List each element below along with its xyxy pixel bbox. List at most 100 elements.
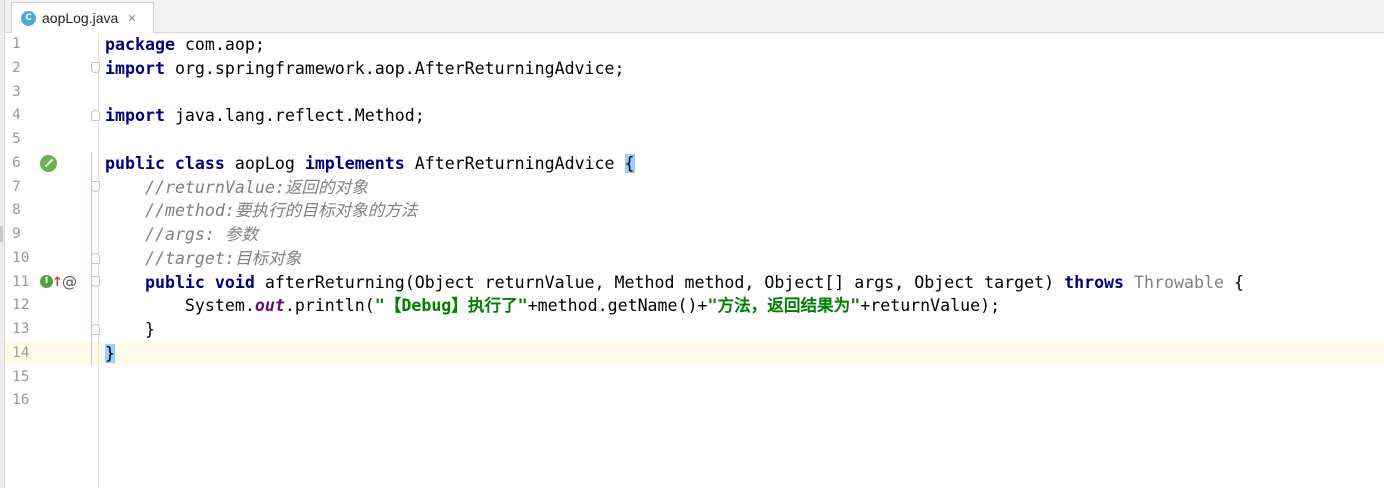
code-line[interactable] (99, 81, 1384, 104)
code-line[interactable]: //target:目标对象 (99, 247, 1384, 270)
java-class-icon: C (21, 10, 36, 26)
gutter-line[interactable]: 2 (5, 57, 100, 80)
code-token: } (105, 343, 115, 363)
line-number: 1 (12, 36, 21, 52)
code-token: Throwable (1134, 272, 1224, 292)
edge-handle[interactable] (0, 226, 3, 242)
code-token: //args: 参数 (144, 225, 259, 244)
code-line[interactable]: import java.lang.reflect.Method; (99, 104, 1384, 127)
code-token: afterReturning(Object returnValue, Metho… (254, 272, 1065, 292)
code-token: out (254, 296, 285, 316)
code-editor[interactable]: 1 2 3 4 5 6 7 8 9 10 11 I ↑ @12 13 14 15 16 package com.a… (5, 33, 1384, 488)
code-line[interactable] (99, 389, 1384, 412)
code-token: +method.getName()+ (527, 296, 708, 316)
gutter-line[interactable]: 3 (5, 81, 98, 104)
code-token: import (105, 58, 165, 78)
code-token: com.aop; (174, 35, 265, 54)
code-token: "方法，返回结果为" (707, 296, 861, 316)
gutter-line[interactable]: 16 (5, 389, 98, 412)
code-token: import (105, 106, 165, 126)
code-line-text: } (105, 318, 155, 341)
code-line-text: //method:要执行的目标对象的方法 (105, 199, 417, 222)
code-line-text: } (105, 342, 115, 365)
code-line-text: package com.aop; (105, 33, 265, 56)
line-number: 15 (12, 368, 30, 385)
code-line[interactable]: System.out.println("【Debug】执行了"+method.g… (99, 294, 1384, 317)
code-token: "【Debug】执行了" (374, 296, 528, 316)
line-number: 10 (12, 249, 30, 266)
gutter-line[interactable]: 9 (5, 223, 98, 246)
line-number: 6 (12, 154, 21, 171)
gutter-line[interactable]: 15 (5, 366, 98, 389)
line-number: 7 (12, 178, 21, 195)
code-token: //target:目标对象 (144, 248, 302, 268)
code-token: } (105, 320, 155, 339)
code-line[interactable]: import org.springframework.aop.AfterRetu… (99, 57, 1384, 80)
code-token: AfterReturningAdvice (404, 153, 625, 173)
code-line[interactable] (99, 128, 1384, 151)
code-line-text: import java.lang.reflect.Method; (105, 104, 425, 127)
code-line-text: //returnValue:返回的对象 (105, 176, 368, 199)
code-line[interactable]: public void afterReturning(Object return… (99, 271, 1384, 294)
code-line-text: //args: 参数 (105, 223, 258, 246)
line-number: 4 (12, 107, 21, 124)
code-token: aopLog (224, 153, 305, 173)
close-tab-icon[interactable]: ✕ (127, 12, 136, 25)
gutter-line[interactable]: 11 I ↑ @ (5, 271, 100, 294)
editor-tab-bar: C aopLog.java ✕ (5, 0, 1384, 33)
gutter-line[interactable]: 13 (5, 318, 100, 341)
code-line[interactable]: //returnValue:返回的对象 (99, 176, 1384, 199)
code-token: +returnValue); (860, 296, 1001, 316)
code-token: java.lang.reflect.Method; (164, 106, 425, 126)
code-line[interactable]: package com.aop; (99, 33, 1384, 56)
line-number: 9 (12, 226, 21, 242)
code-line[interactable]: public class aopLog implements AfterRetu… (99, 152, 1384, 175)
code-line[interactable]: //method:要执行的目标对象的方法 (99, 199, 1384, 222)
code-area[interactable]: package com.aop; import org.springframewo… (91, 33, 1384, 488)
code-line[interactable]: } (99, 341, 1384, 365)
line-number: 5 (12, 131, 21, 147)
gutter-line[interactable]: 12 (5, 294, 98, 317)
gutter-line[interactable]: 7 (5, 176, 100, 199)
code-token: { (1223, 272, 1244, 292)
line-number: 3 (12, 83, 21, 100)
gutter-line[interactable]: 5 (5, 128, 98, 151)
line-number: 13 (12, 321, 30, 337)
spring-bean-icon[interactable] (40, 154, 57, 172)
gutter-line[interactable]: 14 (5, 341, 98, 365)
line-number: 16 (12, 392, 30, 409)
code-line-text: public class aopLog implements AfterRetu… (105, 152, 635, 175)
annotation-icon[interactable]: @ (62, 271, 77, 294)
line-number: 12 (12, 297, 30, 314)
line-number: 2 (12, 59, 21, 76)
gutter-line[interactable]: 8 (5, 199, 98, 222)
code-line-text: //target:目标对象 (105, 247, 301, 270)
gutter-line[interactable]: 4 (5, 104, 100, 127)
line-number: 11 (12, 273, 30, 290)
code-line[interactable]: } (99, 318, 1384, 341)
tab-file-name: aopLog.java (42, 10, 119, 26)
code-line[interactable] (99, 366, 1384, 389)
code-token: public class (105, 153, 225, 173)
code-token: implements (304, 153, 405, 173)
tab-aoplog-java[interactable]: C aopLog.java ✕ (11, 2, 154, 33)
code-token: public void (144, 272, 255, 292)
gutter-line[interactable]: 1 (5, 33, 98, 56)
code-token: package (105, 35, 175, 54)
code-line-text: import org.springframework.aop.AfterRetu… (105, 57, 625, 80)
gutter-line[interactable]: 10 (5, 247, 100, 270)
code-line[interactable]: //args: 参数 (99, 223, 1384, 246)
line-number: 8 (12, 202, 21, 219)
line-number: 14 (12, 344, 30, 361)
code-line-text: public void afterReturning(Object return… (105, 271, 1244, 294)
gutter-line[interactable]: 6 (5, 152, 98, 175)
code-token: //returnValue:返回的对象 (144, 177, 368, 197)
editor-gutter[interactable]: 1 2 3 4 5 6 7 8 9 10 11 I ↑ @12 13 14 15 16 (5, 33, 100, 488)
code-token: System. (105, 296, 255, 316)
